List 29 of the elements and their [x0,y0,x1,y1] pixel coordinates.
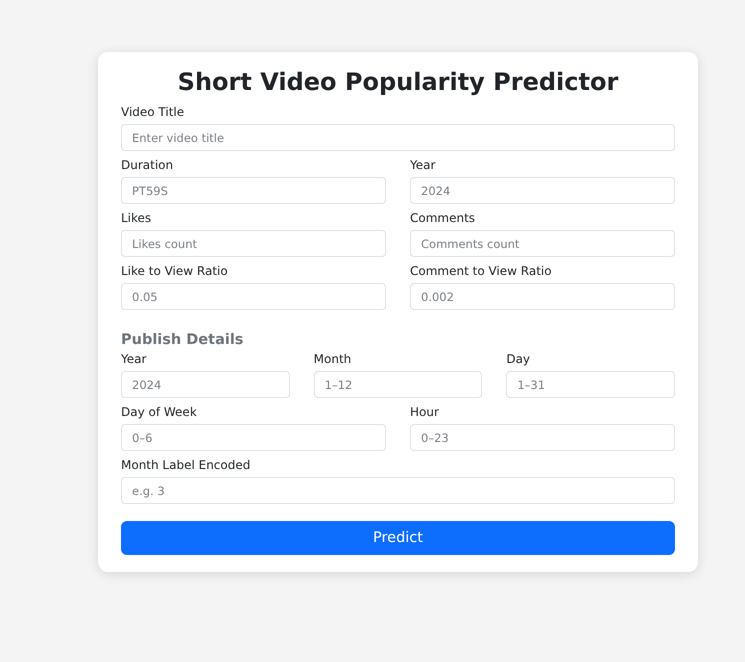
input-field[interactable]: PT59S [121,177,386,204]
input-field[interactable]: 2024 [410,177,675,204]
input-field[interactable]: 2024 [121,371,290,398]
input-field[interactable]: 0.05 [121,283,386,310]
field-label: Month Label Encoded [121,458,252,472]
field-label: Year [121,352,148,366]
form-title: Short Video Popularity Predictor [176,68,620,96]
field-label: Like to View Ratio [121,264,229,278]
field-label: Year [410,158,436,172]
input-field[interactable]: 0.002 [410,283,675,310]
input-field[interactable]: Likes count [121,230,386,257]
field-label: Comment to View Ratio [410,264,553,278]
input-field[interactable]: 1–12 [314,371,482,398]
input-field[interactable]: 0–23 [410,424,675,451]
predict-button[interactable]: Predict [121,521,675,555]
field-label: Month [314,352,352,366]
field-label: Comments [410,211,476,225]
input-field[interactable]: Enter video title [121,124,675,151]
field-label: Duration [121,158,174,172]
field-label: Day of Week [121,405,198,419]
section-heading: Publish Details [121,332,244,348]
input-field[interactable]: Comments count [410,230,675,257]
field-label: Video Title [121,105,186,119]
input-field[interactable]: e.g. 3 [121,477,675,504]
field-label: Likes [121,211,152,225]
input-field[interactable]: 0–6 [121,424,386,451]
field-label: Hour [410,405,440,419]
field-label: Day [506,352,532,366]
input-field[interactable]: 1–31 [506,371,675,398]
